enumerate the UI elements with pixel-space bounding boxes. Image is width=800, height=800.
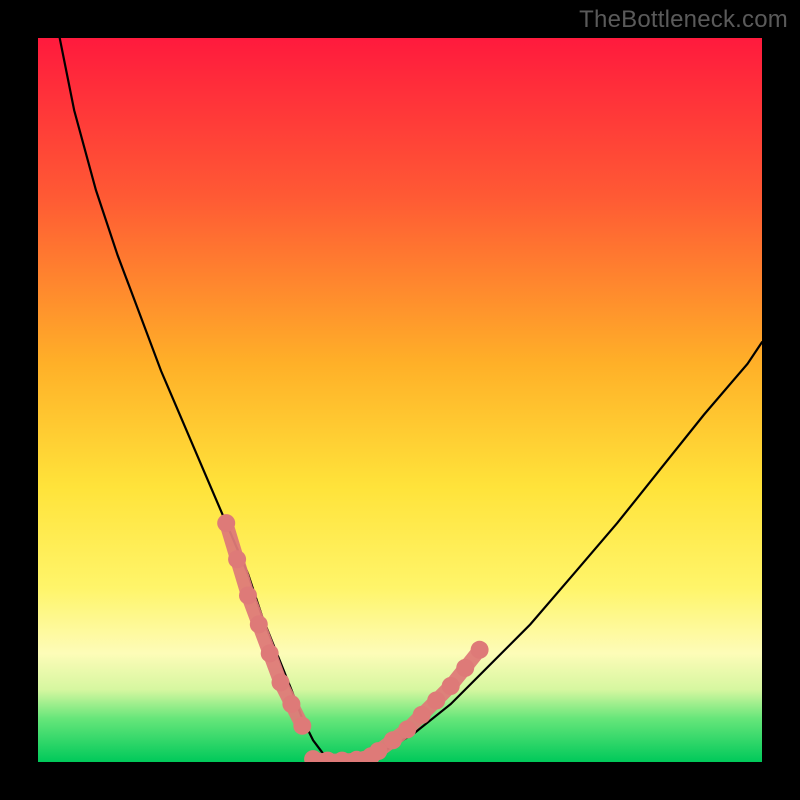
highlighted-right-ascent-bead [427,692,445,710]
highlighted-left-descent-bead [282,695,300,713]
highlighted-right-ascent-bead [456,659,474,677]
highlighted-left-descent-bead [261,644,279,662]
highlighted-right-ascent-bead [384,731,402,749]
highlighted-right-ascent-bead [471,641,489,659]
highlighted-right-ascent-bead [442,677,460,695]
gradient-background [38,38,762,762]
highlighted-left-descent-bead [239,587,257,605]
highlighted-left-descent-bead [272,673,290,691]
highlighted-left-descent-bead [228,550,246,568]
plot-area [38,38,762,762]
chart-svg [38,38,762,762]
highlighted-right-ascent-bead [369,742,387,760]
highlighted-left-descent-bead [250,615,268,633]
highlighted-right-ascent-bead [398,720,416,738]
watermark-text: TheBottleneck.com [579,6,788,34]
highlighted-left-descent-bead [293,717,311,735]
highlighted-left-descent-bead [217,514,235,532]
highlighted-right-ascent-bead [413,706,431,724]
chart-frame: TheBottleneck.com [0,0,800,800]
